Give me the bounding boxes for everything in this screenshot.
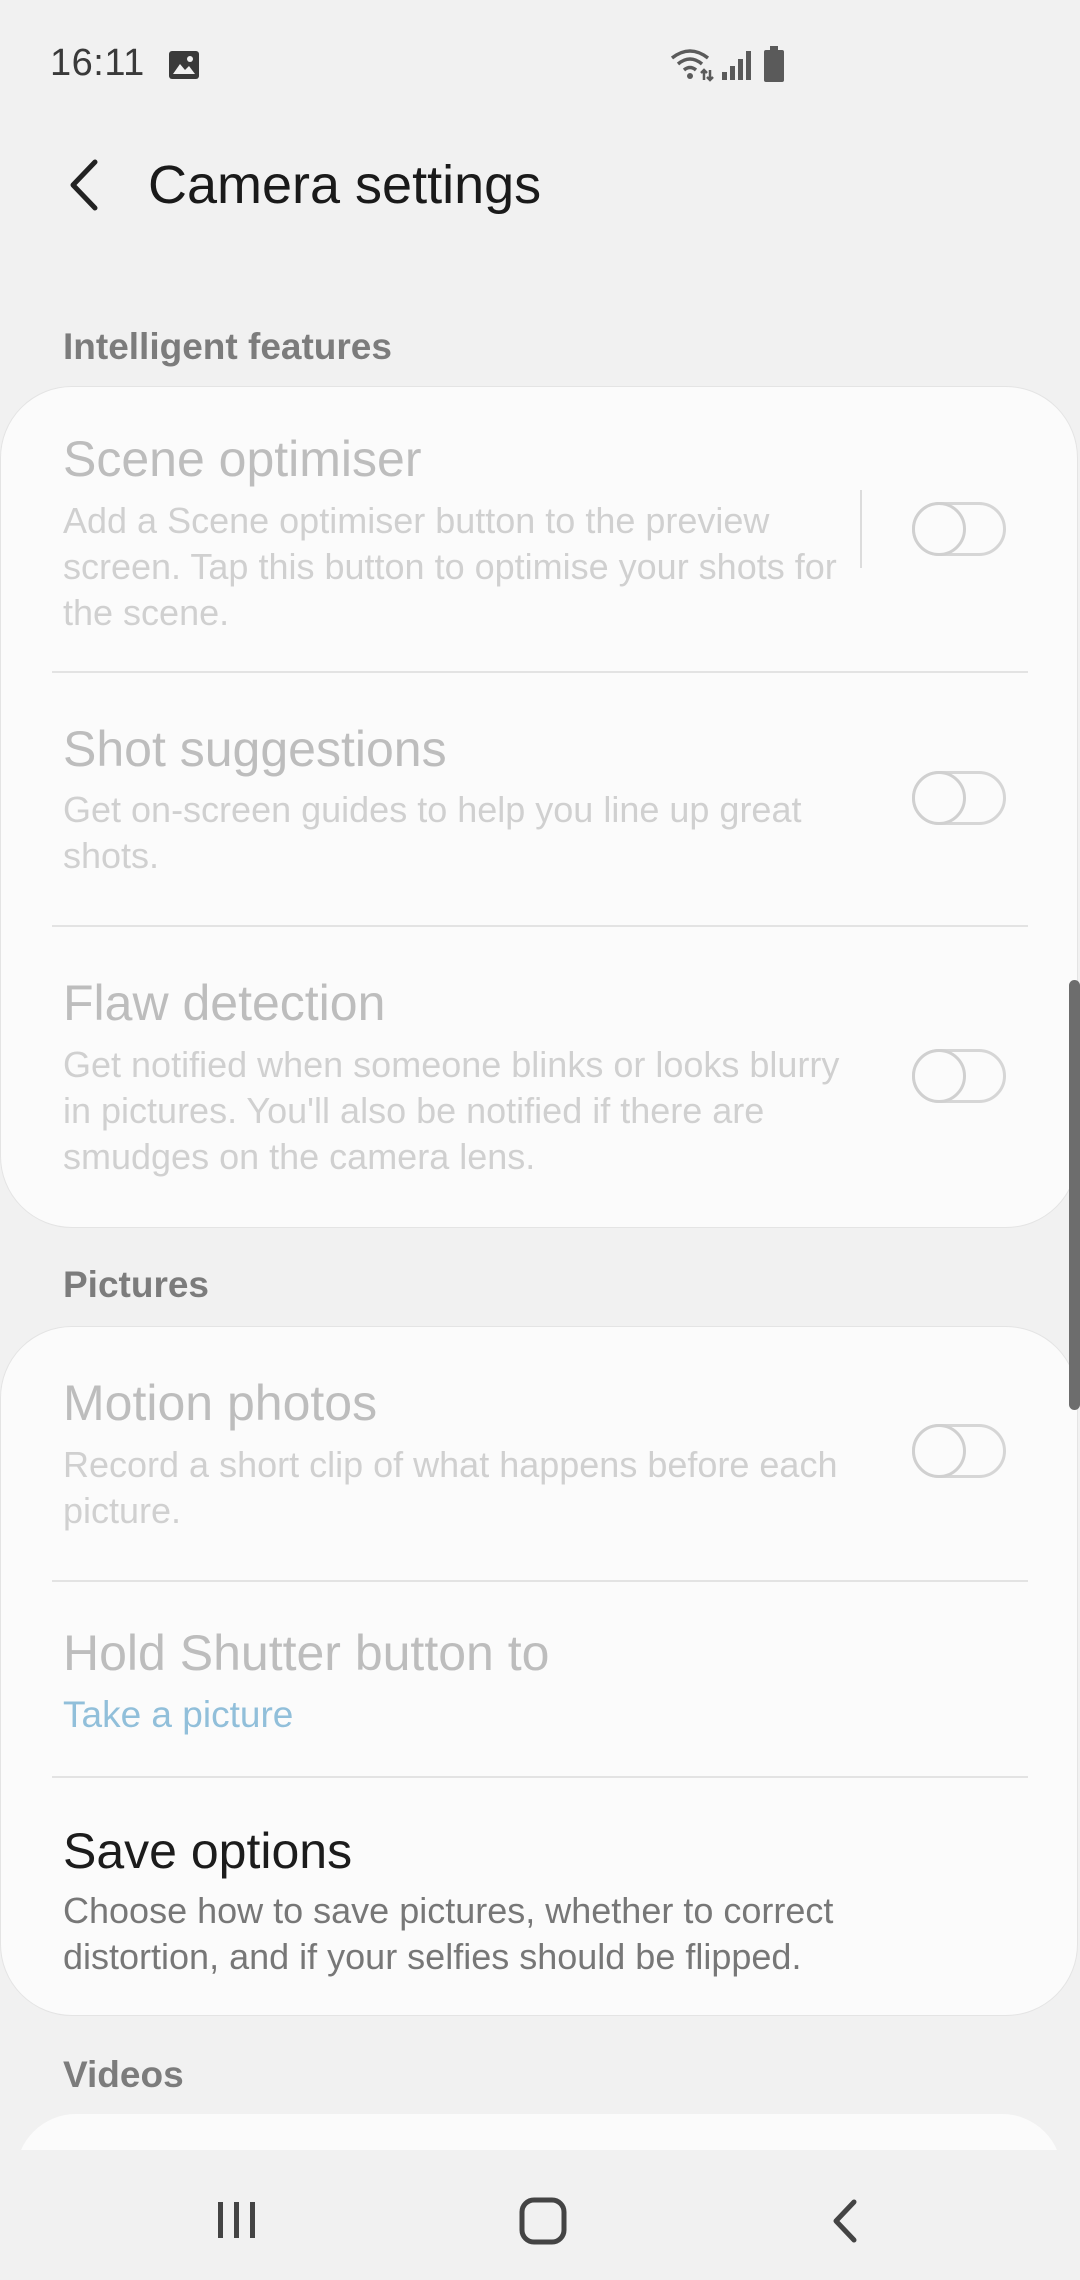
battery-icon xyxy=(764,46,784,82)
shot-suggestions-toggle[interactable] xyxy=(912,771,1006,825)
signal-icon xyxy=(722,51,751,80)
hold-shutter-value: Take a picture xyxy=(63,1694,294,1735)
motion-photos-title: Motion photos xyxy=(63,1375,378,1431)
scene-optimiser-title: Scene optimiser xyxy=(63,431,422,487)
scrollbar[interactable] xyxy=(1069,980,1080,1410)
recents-icon[interactable] xyxy=(212,2196,262,2244)
toggle-knob xyxy=(912,1424,966,1478)
section-header-intelligent-features: Intelligent features xyxy=(63,326,392,367)
scene-optimiser-toggle[interactable] xyxy=(912,502,1006,556)
gallery-icon xyxy=(169,51,199,79)
scene-optimiser-description: Add a Scene optimiser button to the prev… xyxy=(63,500,837,633)
toggle-knob xyxy=(912,502,966,556)
flaw-detection-description: Get notified when someone blinks or look… xyxy=(63,1044,840,1177)
page-title: Camera settings xyxy=(148,155,542,215)
chevron-left-icon xyxy=(70,159,98,211)
motion-photos-description: Record a short clip of what happens befo… xyxy=(63,1444,838,1531)
section-header-videos: Videos xyxy=(63,2054,184,2095)
back-button[interactable] xyxy=(50,148,120,222)
section-header-pictures: Pictures xyxy=(63,1264,210,1305)
home-icon[interactable] xyxy=(518,2196,568,2246)
hold-shutter-title: Hold Shutter button to xyxy=(63,1625,550,1681)
shot-suggestions-description: Get on-screen guides to help you line up… xyxy=(63,789,802,876)
motion-photos-toggle[interactable] xyxy=(912,1424,1006,1478)
status-time: 16:11 xyxy=(50,42,145,84)
flaw-detection-toggle[interactable] xyxy=(912,1049,1006,1103)
save-options-title: Save options xyxy=(63,1823,353,1879)
flaw-detection-title: Flaw detection xyxy=(63,975,386,1031)
toggle-knob xyxy=(912,771,966,825)
wifi-icon xyxy=(670,49,714,82)
shot-suggestions-title: Shot suggestions xyxy=(63,721,447,777)
toggle-knob xyxy=(912,1049,966,1103)
back-icon[interactable] xyxy=(822,2196,870,2246)
save-options-description: Choose how to save pictures, whether to … xyxy=(63,1890,834,1977)
vertical-divider xyxy=(860,490,862,568)
